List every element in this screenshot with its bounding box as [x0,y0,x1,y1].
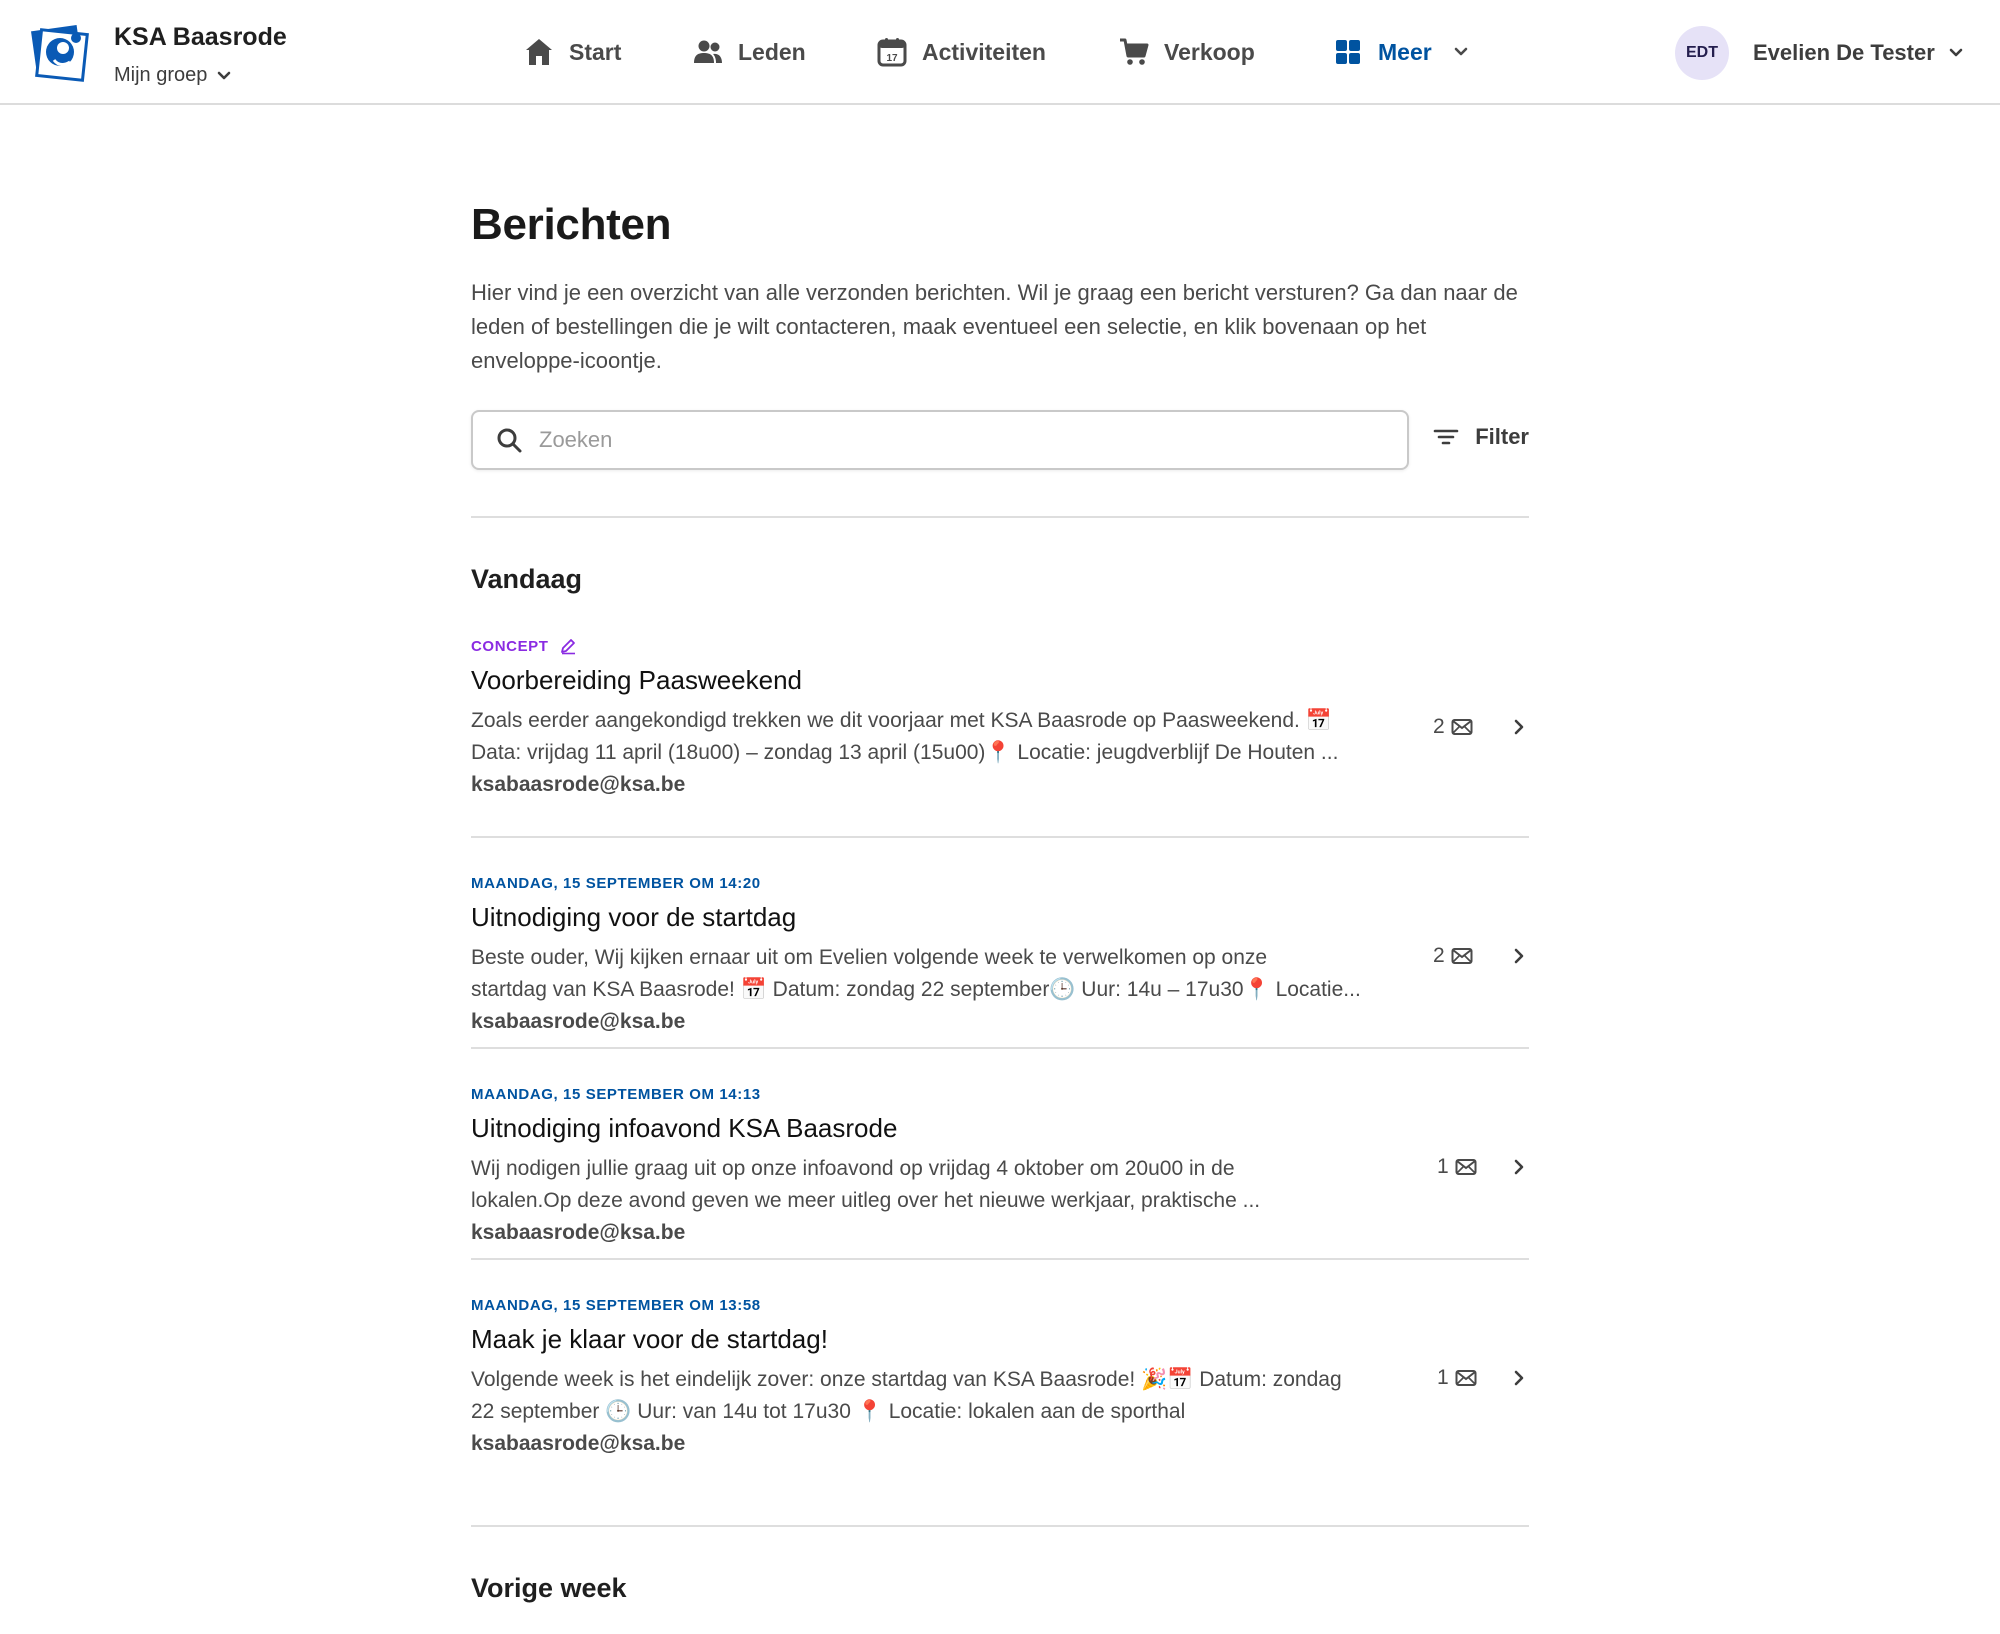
chevron-down-icon [1949,48,1963,57]
grid-icon [1336,40,1360,64]
message-sender: ksabaasrode@ksa.be [471,1221,686,1244]
message-preview-line: Wij nodigen jullie graag uit op onze inf… [471,1157,1235,1180]
message-preview-line: lokalen.Op deze avond geven we meer uitl… [471,1189,1261,1212]
recipient-count: 2 [1433,944,1473,968]
top-navigation-bar: KSA Baasrode Mijn groep Start Leden 17 A… [0,0,2000,105]
avatar: EDT [1675,26,1729,80]
search-box[interactable] [471,410,1409,470]
message-title: Uitnodiging voor de startdag [471,902,797,932]
nav-activiteiten-label: Activiteiten [922,38,1046,65]
message-preview-line: Beste ouder, Wij kijken ernaar uit om Ev… [471,946,1268,969]
message-status-text: CONCEPT [471,637,549,655]
message-title: Uitnodiging infoavond KSA Baasrode [471,1113,898,1143]
calendar-icon: 17 [877,38,907,67]
recipient-count-value: 1 [1437,1155,1449,1178]
message-date: MAANDAG, 15 SEPTEMBER OM 13:58 [471,1296,761,1314]
envelope-icon [1455,1159,1477,1175]
main-content: Berichten Hier vind je een overzicht van… [471,200,1529,1604]
message-row[interactable]: MAANDAG, 15 SEPTEMBER OM 14:13 Uitnodigi… [471,1049,1529,1260]
chevron-right-icon [1514,1370,1524,1386]
search-row: Filter [471,410,1529,470]
filter-icon [1433,429,1459,445]
user-name: Evelien De Tester [1753,40,1935,65]
divider [471,516,1529,518]
people-icon [694,40,722,63]
message-preview-line: Volgende week is het eindelijk zover: on… [471,1368,1342,1391]
message-title: Maak je klaar voor de startdag! [471,1324,828,1354]
nav-start[interactable]: Start [523,34,621,70]
nav-meer-label: Meer [1378,38,1432,65]
message-preview-line: Data: vrijdag 11 april (18u00) – zondag … [471,741,1339,764]
recipient-count-value: 2 [1433,715,1445,738]
message-row[interactable]: MAANDAG, 15 SEPTEMBER OM 13:58 Maak je k… [471,1260,1529,1471]
group-switcher-label: Mijn groep [114,64,208,86]
search-input[interactable] [539,427,1359,453]
user-menu[interactable]: EDT Evelien De Tester [1675,26,1963,80]
message-sender: ksabaasrode@ksa.be [471,773,686,796]
chevron-right-icon [1514,1159,1524,1175]
nav-meer[interactable]: Meer [1332,34,1468,70]
page-title: Berichten [471,200,672,249]
message-preview: Volgende week is het eindelijk zover: on… [471,1364,1421,1428]
recipient-count: 1 [1437,1366,1477,1390]
chevron-down-icon [218,71,231,79]
recipient-count-value: 2 [1433,944,1445,967]
message-sender: ksabaasrode@ksa.be [471,1010,686,1033]
recipient-count-value: 1 [1437,1366,1449,1389]
message-list: CONCEPT Voorbereiding Paasweekend Zoals … [471,635,1529,1471]
message-preview-line: 22 september 🕒 Uur: van 14u tot 17u30 📍 … [471,1400,1186,1423]
message-sender: ksabaasrode@ksa.be [471,1432,686,1455]
organization-name: KSA Baasrode [114,23,287,51]
message-preview-line: Zoals eerder aangekondigd trekken we dit… [471,709,1332,732]
message-title: Voorbereiding Paasweekend [471,665,803,695]
nav-leden-label: Leden [738,38,806,65]
nav-leden[interactable]: Leden [692,34,806,70]
filter-button[interactable]: Filter [1433,424,1529,450]
nav-verkoop-label: Verkoop [1164,38,1255,65]
ksa-logo-icon [31,25,89,82]
envelope-icon [1451,719,1473,735]
nav-start-label: Start [569,38,622,65]
envelope-icon [1455,1370,1477,1386]
nav-activiteiten[interactable]: 17 Activiteiten [876,34,1046,70]
search-icon [497,428,522,453]
section-title-today: Vandaag [471,564,583,594]
message-preview-line: startdag van KSA Baasrode! 📅 Datum: zond… [471,978,1361,1001]
message-preview: Beste ouder, Wij kijken ernaar uit om Ev… [471,942,1421,1006]
chevron-right-icon [1514,948,1524,964]
recipient-count: 1 [1437,1155,1477,1179]
chevron-right-icon [1514,719,1524,735]
page-description: Hier vind je een overzicht van alle verz… [471,280,1518,373]
cart-icon [1120,38,1149,65]
svg-text:17: 17 [886,53,898,64]
message-row[interactable]: MAANDAG, 15 SEPTEMBER OM 14:20 Uitnodigi… [471,838,1529,1049]
chevron-down-icon [1454,47,1468,56]
message-date: MAANDAG, 15 SEPTEMBER OM 14:20 [471,874,761,892]
nav-verkoop[interactable]: Verkoop [1118,34,1255,70]
filter-label: Filter [1475,424,1529,449]
divider [471,1525,1529,1527]
message-preview: Zoals eerder aangekondigd trekken we dit… [471,705,1421,769]
envelope-icon [1451,948,1473,964]
group-switcher[interactable]: Mijn groep [114,64,287,87]
section-title-previous-week: Vorige week [471,1573,627,1603]
message-status-label: CONCEPT [471,635,1529,657]
message-date: MAANDAG, 15 SEPTEMBER OM 14:13 [471,1085,761,1103]
home-icon [526,39,552,65]
recipient-count: 2 [1433,715,1473,739]
message-row[interactable]: CONCEPT Voorbereiding Paasweekend Zoals … [471,635,1529,838]
brand[interactable]: KSA Baasrode Mijn groep [30,22,287,87]
pencil-icon [560,639,575,655]
message-preview: Wij nodigen jullie graag uit op onze inf… [471,1153,1421,1217]
